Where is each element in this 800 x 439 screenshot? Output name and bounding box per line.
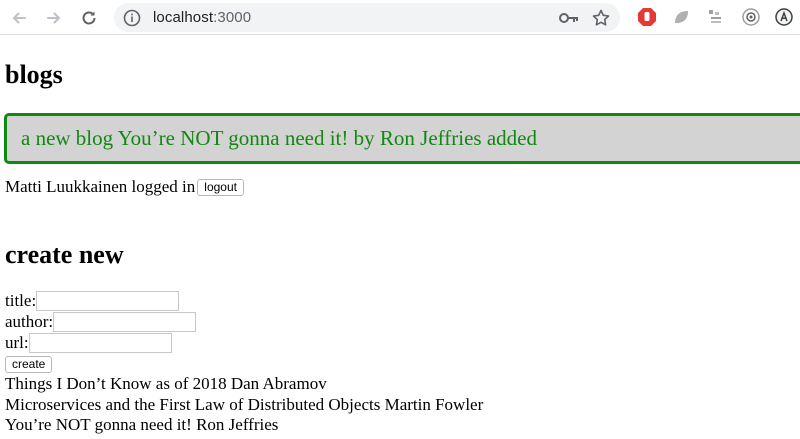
- extension-account-button[interactable]: [773, 6, 795, 28]
- url-port: :3000: [213, 9, 252, 26]
- address-url[interactable]: localhost:3000: [153, 9, 251, 26]
- extension-leaf-button[interactable]: [670, 6, 692, 28]
- hand-stop-icon: [638, 8, 656, 26]
- reload-icon: [82, 11, 96, 25]
- star-icon[interactable]: [591, 8, 611, 28]
- grid-icon: [709, 10, 721, 23]
- author-label: author:: [5, 312, 54, 331]
- title-row: title:: [5, 291, 180, 311]
- url-label: url:: [5, 333, 29, 352]
- info-icon[interactable]: [122, 8, 142, 28]
- blog-item: You’re NOT gonna need it! Ron Jeffries: [5, 415, 279, 434]
- extension-adblock-button[interactable]: [636, 6, 658, 28]
- page-title: blogs: [5, 60, 63, 89]
- arrow-right-icon: [47, 12, 61, 24]
- url-host: localhost: [153, 9, 214, 26]
- url-row: url:: [5, 333, 172, 353]
- target-icon: [742, 8, 760, 26]
- logged-in-text: Matti Luukkainen logged in: [5, 177, 196, 196]
- reload-button[interactable]: [76, 5, 102, 31]
- back-button[interactable]: [6, 5, 32, 31]
- user-status: Matti Luukkainen logged in logout: [5, 176, 244, 198]
- create-button[interactable]: create: [5, 356, 53, 373]
- blog-item: Microservices and the First Law of Distr…: [5, 395, 484, 414]
- app-root: blogs a new blog You’re NOT gonna need i…: [0, 35, 800, 439]
- account-circle-icon: [775, 8, 793, 26]
- leaf-icon: [675, 11, 688, 23]
- arrow-left-icon: [12, 12, 26, 24]
- logout-button[interactable]: logout: [197, 178, 244, 196]
- forward-button[interactable]: [41, 5, 67, 31]
- blog-item: Things I Don’t Know as of 2018 Dan Abram…: [5, 374, 327, 393]
- address-bar[interactable]: localhost:3000: [114, 3, 620, 32]
- author-input[interactable]: [53, 312, 197, 332]
- browser-toolbar: localhost:3000: [0, 0, 800, 35]
- author-row: author:: [5, 312, 197, 332]
- key-icon[interactable]: [558, 9, 580, 27]
- create-new-heading: create new: [5, 240, 124, 269]
- notification-banner: a new blog You’re NOT gonna need it! by …: [4, 113, 800, 164]
- title-label: title:: [5, 291, 37, 310]
- url-input[interactable]: [28, 333, 172, 353]
- title-input[interactable]: [36, 291, 180, 311]
- extension-target-button[interactable]: [740, 6, 762, 28]
- extension-grid-button[interactable]: [705, 6, 727, 28]
